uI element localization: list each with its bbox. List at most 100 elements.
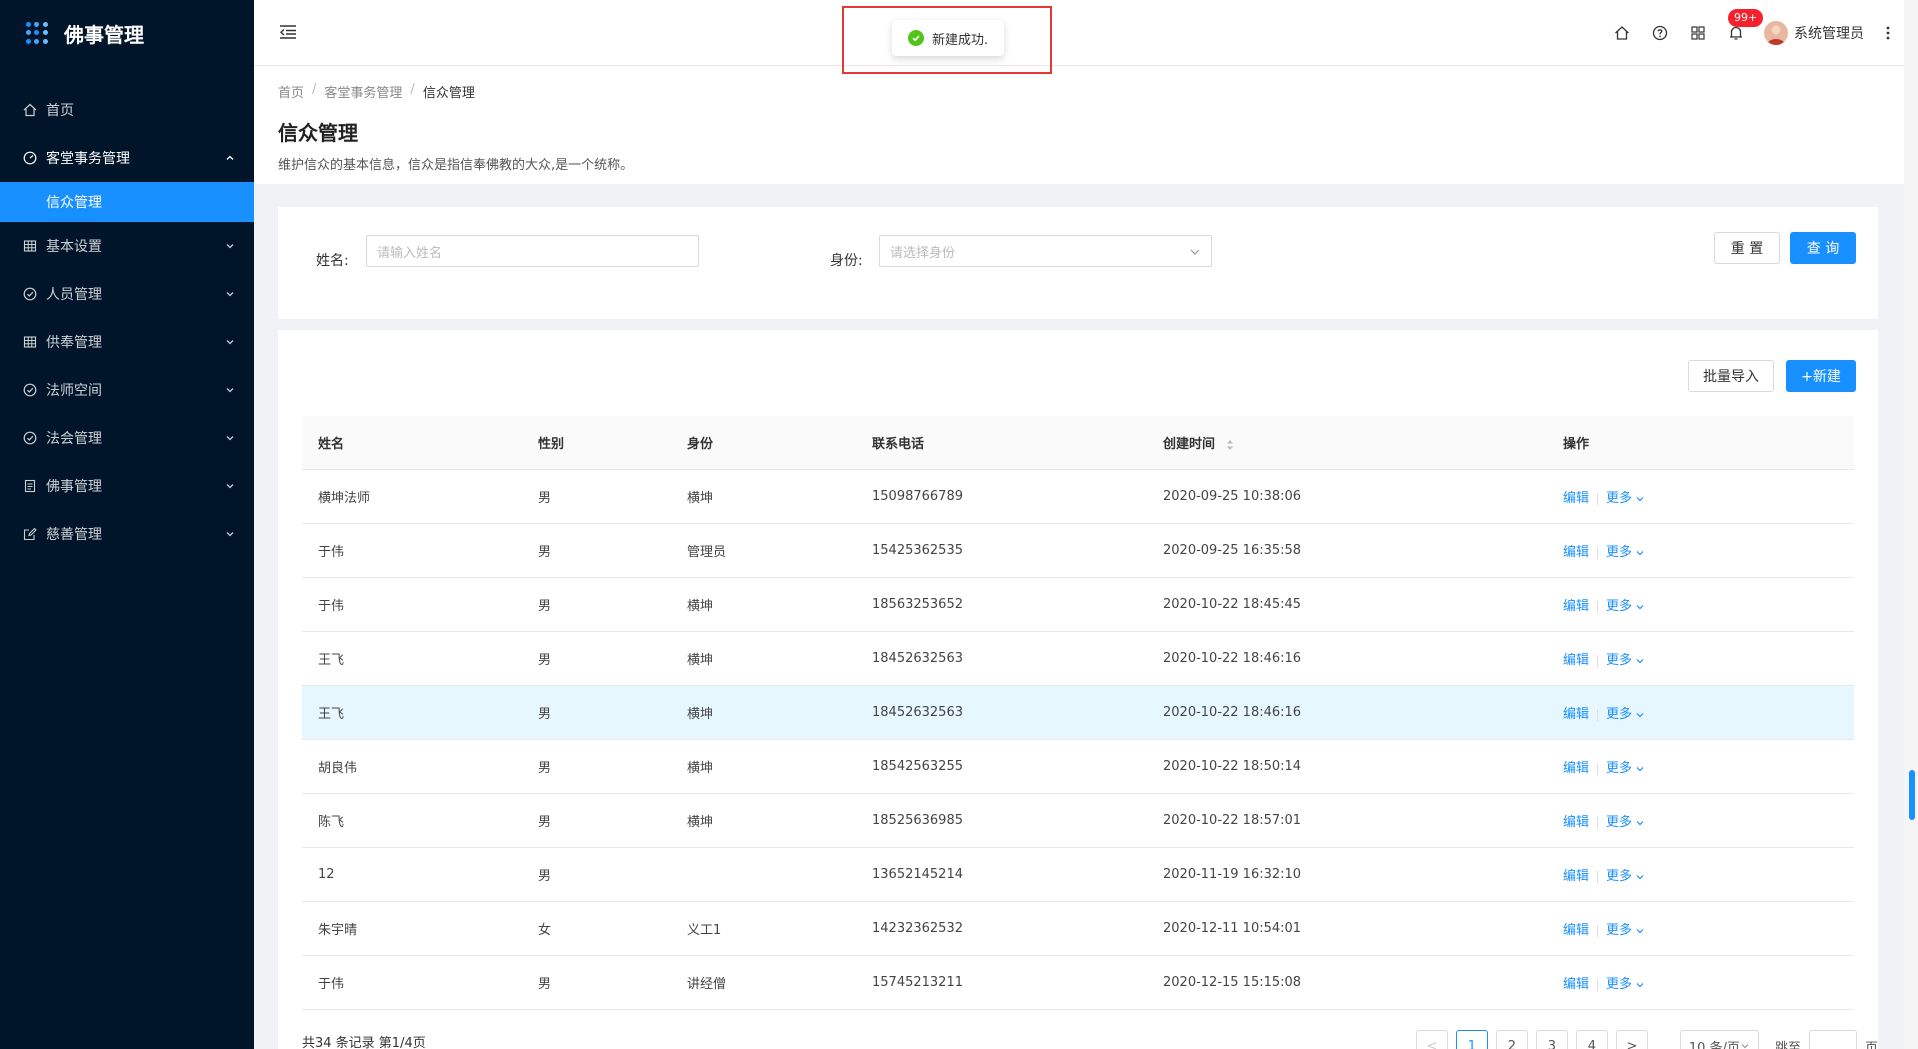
sidebar-item-basic-settings[interactable]: 基本设置 — [0, 222, 254, 270]
more-dropdown[interactable]: 更多 — [1606, 707, 1645, 722]
edit-link[interactable]: 编辑 — [1563, 869, 1589, 884]
breadcrumb-item[interactable]: 首页 — [278, 82, 304, 101]
sidebar-item-label: 人员管理 — [46, 287, 102, 303]
page-size-select[interactable]: 10 条/页 — [1679, 1030, 1759, 1049]
sidebar-item-label: 佛事管理 — [46, 479, 102, 495]
sidebar-item-charity[interactable]: 慈善管理 — [0, 510, 254, 558]
more-dropdown[interactable]: 更多 — [1606, 599, 1645, 614]
edit-link[interactable]: 编辑 — [1563, 761, 1589, 776]
edit-link[interactable]: 编辑 — [1563, 977, 1589, 992]
cell-created: 2020-12-15 15:15:08 — [1163, 975, 1302, 990]
app-switch-icon[interactable] — [1688, 23, 1708, 43]
edit-link[interactable]: 编辑 — [1563, 815, 1589, 830]
sort-icon[interactable] — [1226, 438, 1234, 452]
cell-created: 2020-10-22 18:46:16 — [1163, 705, 1302, 720]
toast-message: 新建成功. — [932, 32, 989, 48]
reset-button[interactable]: 重 置 — [1714, 232, 1780, 264]
more-label: 更多 — [1606, 815, 1633, 830]
cell-phone: 15098766789 — [872, 489, 963, 504]
more-dropdown[interactable]: 更多 — [1606, 977, 1645, 992]
dashboard-icon — [22, 150, 38, 166]
pagination-page[interactable]: 4 — [1575, 1030, 1608, 1049]
chevron-down-icon — [224, 240, 236, 252]
more-dropdown[interactable]: 更多 — [1606, 761, 1645, 776]
table-row: 于伟 男 讲经僧 15745213211 2020-12-15 15:15:08 编辑 更多 — [302, 956, 1854, 1010]
menu-fold-icon[interactable] — [278, 22, 300, 44]
sidebar-item-label: 法师空间 — [46, 383, 102, 399]
cell-gender: 男 — [538, 599, 552, 614]
name-input[interactable]: 请输入姓名 — [366, 235, 699, 267]
table-row: 陈飞 男 横坤 18525636985 2020-10-22 18:57:01 编辑 更多 — [302, 794, 1854, 848]
column-header-created[interactable]: 创建时间 — [1147, 433, 1547, 452]
breadcrumb-item[interactable]: 客堂事务管理 — [324, 82, 402, 101]
pagination-page[interactable]: 3 — [1535, 1030, 1568, 1049]
home-icon[interactable] — [1612, 23, 1632, 43]
cell-actions: 编辑 更多 — [1547, 919, 1854, 938]
user-menu[interactable]: 系统管理员 — [1764, 21, 1864, 45]
table-row: 王飞 男 横坤 18452632563 2020-10-22 18:46:16 编辑 更多 — [302, 686, 1854, 740]
more-dropdown[interactable]: 更多 — [1606, 869, 1645, 884]
sidebar-item-reception[interactable]: 客堂事务管理 — [0, 134, 254, 182]
scrollbar-thumb[interactable] — [1909, 770, 1915, 820]
edit-link[interactable]: 编辑 — [1563, 599, 1589, 614]
more-dropdown[interactable]: 更多 — [1606, 815, 1645, 830]
cell-created: 2020-10-22 18:57:01 — [1163, 813, 1302, 828]
help-icon[interactable] — [1650, 23, 1670, 43]
chevron-down-icon — [224, 336, 236, 348]
edit-link[interactable]: 编辑 — [1563, 923, 1589, 938]
chevron-down-icon — [1636, 658, 1644, 663]
more-dropdown[interactable]: 更多 — [1606, 923, 1645, 938]
sidebar-item-dharma-assembly[interactable]: 法会管理 — [0, 414, 254, 462]
pagination-page[interactable]: 2 — [1495, 1030, 1528, 1049]
cell-name: 于伟 — [318, 977, 345, 992]
new-button[interactable]: +新建 — [1786, 360, 1856, 392]
cell-identity: 横坤 — [687, 815, 714, 830]
cell-phone: 13652145214 — [872, 867, 963, 882]
cell-phone: 18452632563 — [872, 651, 963, 666]
pagination-next[interactable]: > — [1615, 1030, 1648, 1049]
sidebar-item-offering[interactable]: 供奉管理 — [0, 318, 254, 366]
sidebar-item-master-space[interactable]: 法师空间 — [0, 366, 254, 414]
page-size-value: 10 条/页 — [1688, 1040, 1740, 1049]
cell-name: 陈飞 — [318, 815, 345, 830]
cell-name: 王飞 — [318, 707, 345, 722]
cell-name: 朱宇晴 — [318, 923, 358, 938]
pagination-page[interactable]: 1 — [1455, 1030, 1488, 1049]
identity-select[interactable]: 请选择身份 — [879, 235, 1212, 267]
jump-page-input[interactable] — [1808, 1030, 1857, 1049]
query-button[interactable]: 查 询 — [1790, 232, 1856, 264]
cell-gender: 男 — [538, 869, 552, 884]
more-dropdown[interactable]: 更多 — [1606, 545, 1645, 560]
identity-label: 身份: — [830, 253, 863, 269]
action-divider — [1597, 762, 1599, 775]
batch-import-button[interactable]: 批量导入 — [1688, 360, 1774, 392]
more-dropdown[interactable]: 更多 — [1606, 491, 1645, 506]
sidebar-item-home[interactable]: 首页 — [0, 86, 254, 134]
edit-link[interactable]: 编辑 — [1563, 491, 1589, 506]
scrollbar[interactable] — [1904, 0, 1918, 1049]
jump-unit: 页 — [1864, 1040, 1878, 1049]
cell-phone: 18452632563 — [872, 705, 963, 720]
cell-name: 于伟 — [318, 599, 345, 614]
sidebar-item-staff[interactable]: 人员管理 — [0, 270, 254, 318]
chevron-down-icon — [224, 288, 236, 300]
sidebar-menu: 首页 客堂事务管理 信众管理 基本设置 人员管理 供奉管理 法师空间 法会管理 … — [0, 86, 254, 558]
sidebar-item-label: 基本设置 — [46, 239, 102, 255]
cell-actions: 编辑 更多 — [1547, 703, 1854, 722]
chevron-down-icon — [1636, 712, 1644, 717]
table-icon — [22, 238, 38, 254]
name-label: 姓名: — [316, 253, 349, 269]
more-vertical-icon[interactable] — [1882, 23, 1894, 43]
action-divider — [1597, 708, 1599, 721]
pagination-prev[interactable]: < — [1415, 1030, 1448, 1049]
cell-actions: 编辑 更多 — [1547, 487, 1854, 506]
edit-link[interactable]: 编辑 — [1563, 653, 1589, 668]
edit-link[interactable]: 编辑 — [1563, 707, 1589, 722]
more-dropdown[interactable]: 更多 — [1606, 653, 1645, 668]
table-icon — [22, 334, 38, 350]
bell-icon[interactable]: 99+ — [1726, 9, 1764, 43]
sidebar-item-buddhist-affairs[interactable]: 佛事管理 — [0, 462, 254, 510]
cell-gender: 男 — [538, 977, 552, 992]
edit-link[interactable]: 编辑 — [1563, 545, 1589, 560]
sidebar-item-believers[interactable]: 信众管理 — [0, 182, 254, 222]
